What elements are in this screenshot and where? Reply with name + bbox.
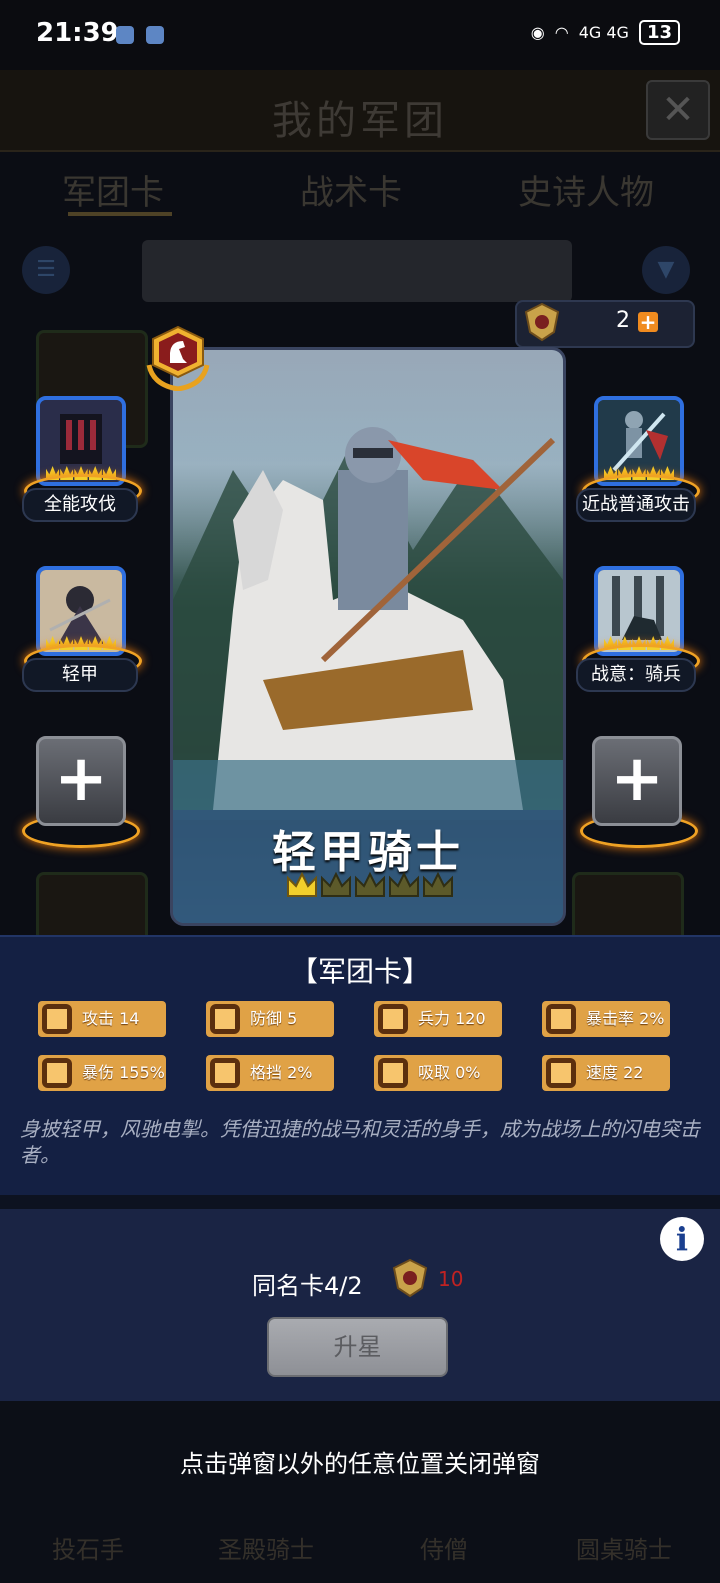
stat-attack: 攻击 14 xyxy=(38,1001,166,1037)
close-icon[interactable]: ✕ xyxy=(646,80,710,140)
wifi-icon: ◠ xyxy=(554,23,569,42)
dismiss-hint: 点击弹窗以外的任意位置关闭弹窗 xyxy=(180,1450,540,1478)
grid-card-label: 圆桌骑士 xyxy=(576,1536,672,1564)
skill-slot-melee-attack[interactable] xyxy=(594,396,684,486)
notification-icon xyxy=(146,26,164,44)
star-up-button[interactable]: 升星 xyxy=(267,1317,448,1377)
stat-lifesteal: 吸取 0% xyxy=(374,1055,502,1091)
stat-crit-rate: 暴击率 2% xyxy=(542,1001,670,1037)
same-card-count: 同名卡4/2 xyxy=(252,1272,363,1300)
sword-icon xyxy=(42,1004,72,1034)
upgrade-cost: 10 xyxy=(438,1267,464,1291)
signal-label: 4G 4G xyxy=(578,23,629,42)
add-medal-button[interactable]: + xyxy=(638,312,658,332)
burst-icon xyxy=(42,1058,72,1088)
panel-divider xyxy=(0,1195,720,1209)
stat-defense: 防御 5 xyxy=(206,1001,334,1037)
page-title: 我的军团 xyxy=(272,98,448,144)
stat-crit-damage: 暴伤 155% xyxy=(38,1055,166,1091)
grid-card-label: 投石手 xyxy=(52,1536,124,1564)
crown-empty-icon xyxy=(389,871,419,897)
status-indicators: ◉ ◠ 4G 4G 13 xyxy=(531,20,680,45)
card-description: 身披轻甲，风驰电掣。凭借迅捷的战马和灵活的身手，成为战场上的闪电突击者。 xyxy=(20,1117,700,1167)
block-shield-icon xyxy=(210,1058,240,1088)
unit-card: 轻甲骑士 xyxy=(170,347,566,926)
tab-tactic-cards[interactable]: 战术卡 xyxy=(300,165,402,214)
medal-count: 2 xyxy=(616,308,630,333)
grid-card-label: 圣殿骑士 xyxy=(218,1536,314,1564)
knight-illustration xyxy=(173,427,563,820)
skill-label-all-round-attack: 全能攻伐 xyxy=(22,488,138,522)
emblem-icon xyxy=(524,302,560,342)
boot-icon xyxy=(546,1058,576,1088)
skill-label-cavalry-morale: 战意：骑兵 xyxy=(576,658,696,692)
heart-icon xyxy=(378,1004,408,1034)
cavalry-class-badge-icon xyxy=(146,325,210,391)
battery-indicator: 13 xyxy=(638,20,680,45)
skill-slot-light-armor[interactable] xyxy=(36,566,126,656)
card-type-title: 【军团卡】 xyxy=(289,955,430,988)
crown-empty-icon xyxy=(355,871,385,897)
skill-slot-all-round-attack[interactable] xyxy=(36,396,126,486)
crown-empty-icon xyxy=(321,871,351,897)
search-input[interactable] xyxy=(142,240,572,302)
card-star-rating xyxy=(286,870,454,900)
stat-troops: 兵力 120 xyxy=(374,1001,502,1037)
drain-icon xyxy=(378,1058,408,1088)
crown-empty-icon xyxy=(423,871,453,897)
tab-epic-heroes[interactable]: 史诗人物 xyxy=(518,165,654,214)
crown-filled-icon xyxy=(287,871,317,897)
eye-icon: ◉ xyxy=(530,23,545,42)
skill-slot-cavalry-morale[interactable] xyxy=(594,566,684,656)
shield-icon xyxy=(210,1004,240,1034)
list-icon[interactable]: ☰ xyxy=(22,246,70,294)
stat-block: 格挡 2% xyxy=(206,1055,334,1091)
tab-legion-cards[interactable]: 军团卡 xyxy=(62,165,164,214)
crosshair-icon xyxy=(546,1004,576,1034)
emblem-icon xyxy=(392,1258,428,1298)
add-skill-button-right[interactable]: + xyxy=(592,736,682,826)
notification-icon xyxy=(116,26,134,44)
skill-label-melee-attack: 近战普通攻击 xyxy=(576,488,696,522)
skill-label-light-armor: 轻甲 xyxy=(22,658,138,692)
filter-icon[interactable]: ▼ xyxy=(642,246,690,294)
add-skill-button-left[interactable]: + xyxy=(36,736,126,826)
grid-card-label: 侍僧 xyxy=(420,1536,468,1564)
status-time: 21:39 xyxy=(36,18,119,48)
info-icon[interactable]: i xyxy=(660,1217,704,1261)
stat-speed: 速度 22 xyxy=(542,1055,670,1091)
tab-indicator xyxy=(68,212,172,216)
